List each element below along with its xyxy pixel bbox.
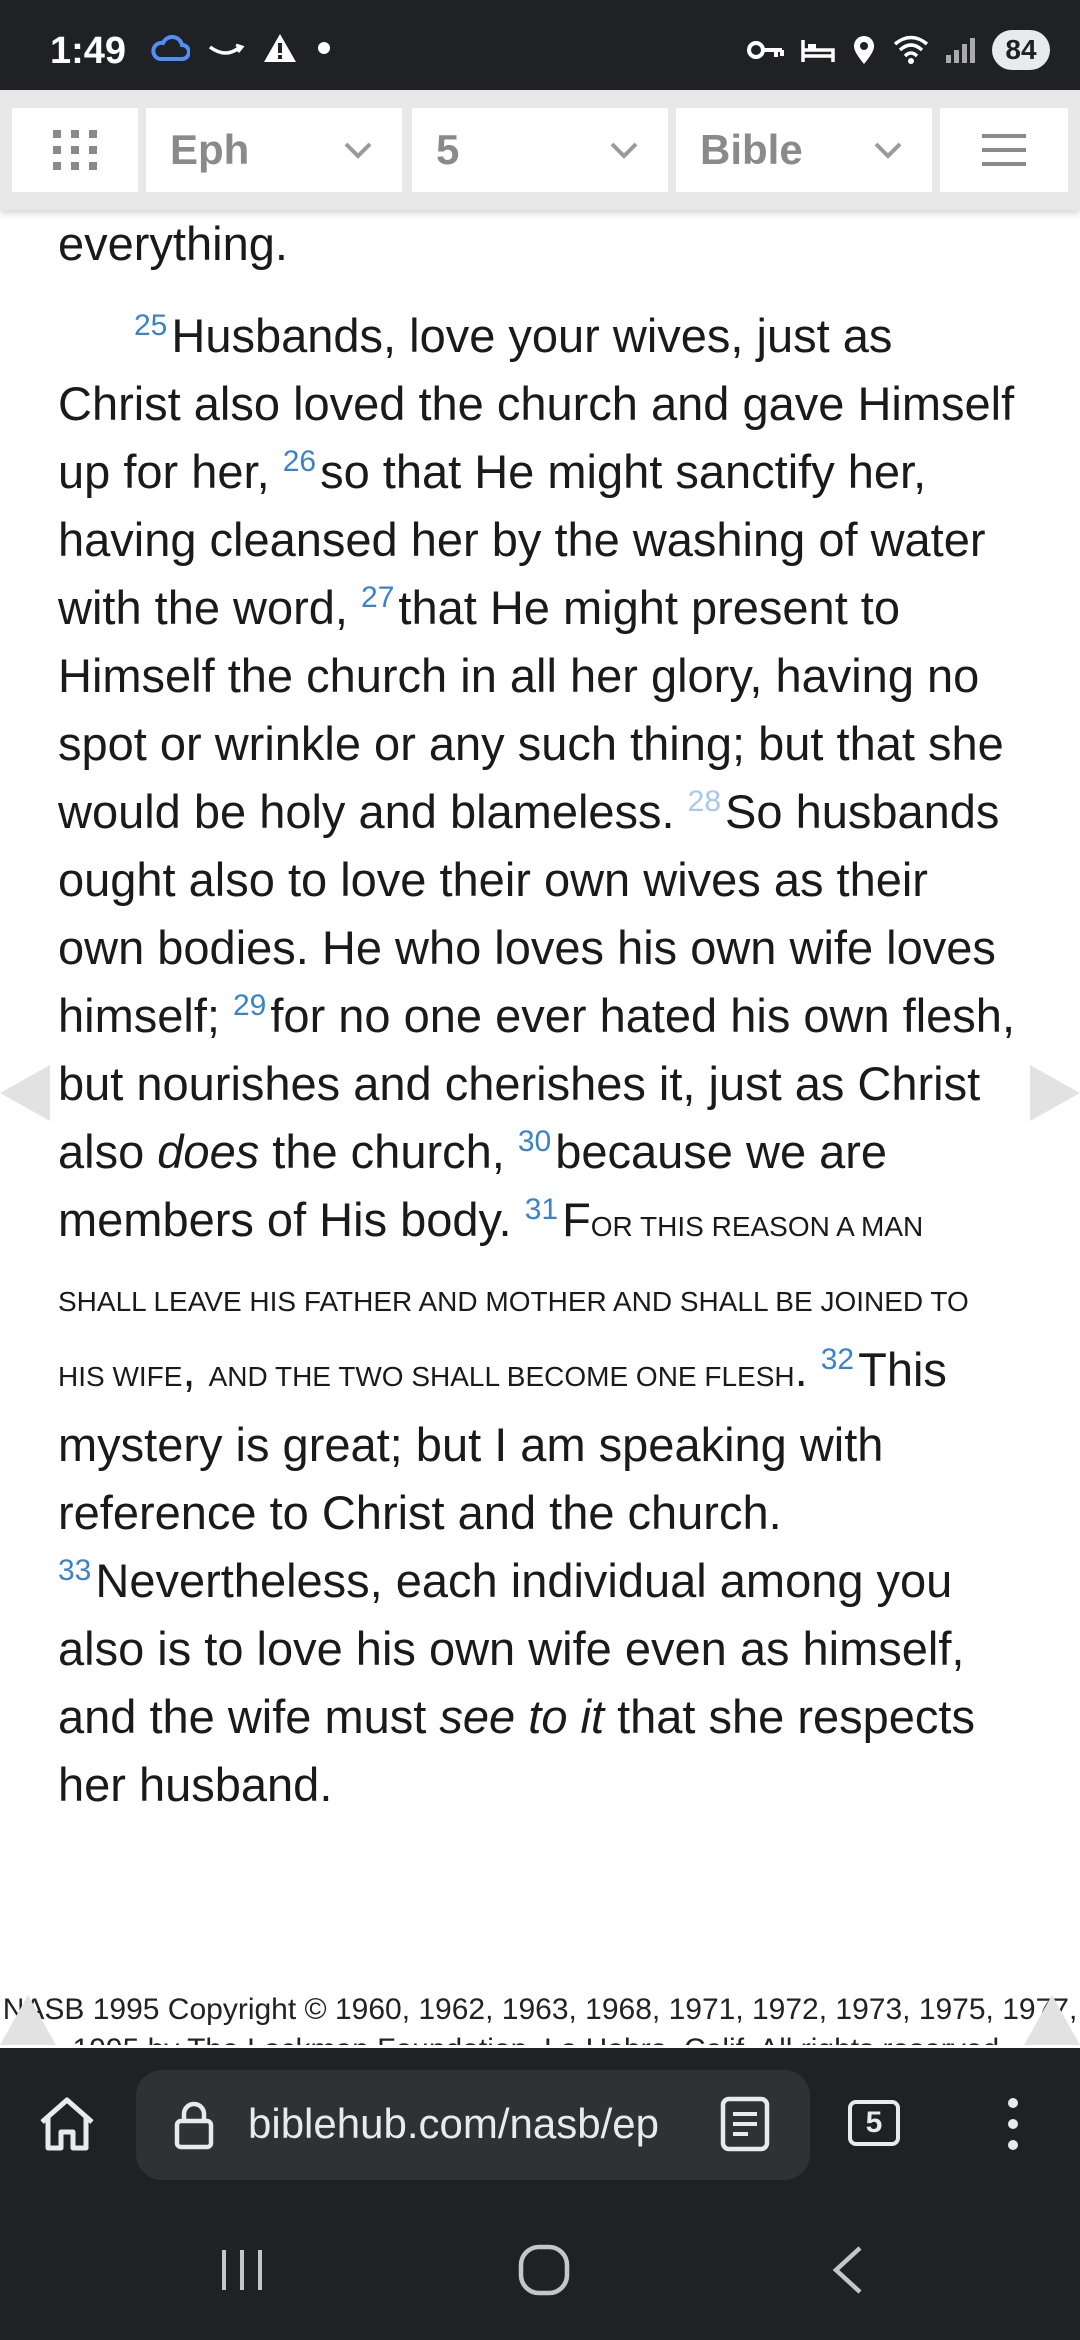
book-value: Eph xyxy=(170,126,250,173)
verse-number[interactable]: 28 xyxy=(688,785,721,818)
tab-count-button[interactable]: 5 xyxy=(848,2100,900,2146)
chevron-down-icon xyxy=(874,142,902,159)
dot-icon xyxy=(318,42,330,54)
verse-number[interactable]: 27 xyxy=(361,581,394,614)
amazon-icon xyxy=(208,43,245,55)
verse-number[interactable]: 25 xyxy=(134,309,167,342)
previous-chapter-arrow[interactable] xyxy=(0,1065,50,1121)
reader-mode-button[interactable] xyxy=(720,2096,770,2157)
verse-text: the church, xyxy=(272,1125,505,1178)
verse-paragraph: 25Husbands, love your wives, just as Chr… xyxy=(58,302,1018,1819)
system-nav-bar xyxy=(0,2200,1080,2340)
copyright-notice: NASB 1995 Copyright © 1960, 1962, 1963, … xyxy=(2,1993,1078,2045)
key-icon xyxy=(747,41,784,59)
quote-initial: F xyxy=(562,1193,591,1246)
next-chapter-arrow[interactable] xyxy=(1030,1065,1080,1121)
home-icon xyxy=(40,2097,94,2151)
italic-word: does xyxy=(157,1125,260,1178)
verse-number[interactable]: 33 xyxy=(58,1554,91,1587)
wifi-icon xyxy=(893,35,929,64)
reader-mode-icon xyxy=(720,2096,770,2152)
version-value: Bible xyxy=(700,126,803,173)
battery-level: 84 xyxy=(992,30,1050,70)
quote-period: . xyxy=(794,1343,808,1396)
recents-button[interactable] xyxy=(218,2248,266,2297)
home-button[interactable] xyxy=(36,2092,98,2159)
back-icon xyxy=(832,2246,862,2294)
verse-number[interactable]: 30 xyxy=(518,1125,551,1158)
version-select[interactable]: Bible xyxy=(676,108,932,192)
status-bar: 1:49 84 xyxy=(0,0,1080,90)
italic-phrase: see to it xyxy=(439,1690,605,1743)
previous-verse-tail: everything. xyxy=(58,217,288,270)
bed-icon xyxy=(801,40,835,62)
chevron-down-icon xyxy=(344,142,372,159)
url-text: biblehub.com/nasb/ep xyxy=(248,2100,659,2147)
grid-icon xyxy=(53,130,97,170)
recents-icon xyxy=(222,2250,262,2290)
more-menu-button[interactable] xyxy=(998,2096,1028,2157)
menu-grid-button[interactable] xyxy=(12,108,138,192)
verse-number[interactable]: 31 xyxy=(525,1193,558,1226)
verse-number[interactable]: 26 xyxy=(283,445,316,478)
cloud-icon xyxy=(151,34,190,61)
system-back-button[interactable] xyxy=(828,2244,868,2301)
verse-number[interactable]: 32 xyxy=(821,1343,854,1376)
quote-comma: , xyxy=(182,1343,196,1396)
chapter-select[interactable]: 5 xyxy=(412,108,668,192)
signal-icon xyxy=(946,38,975,63)
more-vert-icon xyxy=(1008,2098,1018,2150)
status-time: 1:49 xyxy=(50,30,127,72)
hamburger-icon xyxy=(982,134,1026,166)
hamburger-menu-button[interactable] xyxy=(940,108,1068,192)
lock-icon xyxy=(174,2101,214,2150)
chapter-value: 5 xyxy=(436,126,460,173)
passage-content: everything. 25Husbands, love your wives,… xyxy=(58,210,1018,1819)
alert-icon xyxy=(264,34,296,62)
bible-nav-bar: Eph 5 Bible xyxy=(0,90,1080,210)
address-bar[interactable]: biblehub.com/nasb/ep xyxy=(136,2070,810,2180)
system-home-button[interactable] xyxy=(518,2244,570,2301)
browser-toolbar: biblehub.com/nasb/ep 5 xyxy=(0,2048,1080,2200)
location-icon xyxy=(854,36,874,64)
verse-number[interactable]: 29 xyxy=(233,989,266,1022)
quote-small-caps: AND THE TWO SHALL BECOME ONE FLESH xyxy=(208,1361,795,1392)
scroll-top-arrow-left[interactable] xyxy=(0,1995,56,2045)
home-circle-icon xyxy=(518,2244,570,2296)
chevron-down-icon xyxy=(610,142,638,159)
book-select[interactable]: Eph xyxy=(146,108,402,192)
scroll-top-arrow-right[interactable] xyxy=(1024,1995,1080,2045)
